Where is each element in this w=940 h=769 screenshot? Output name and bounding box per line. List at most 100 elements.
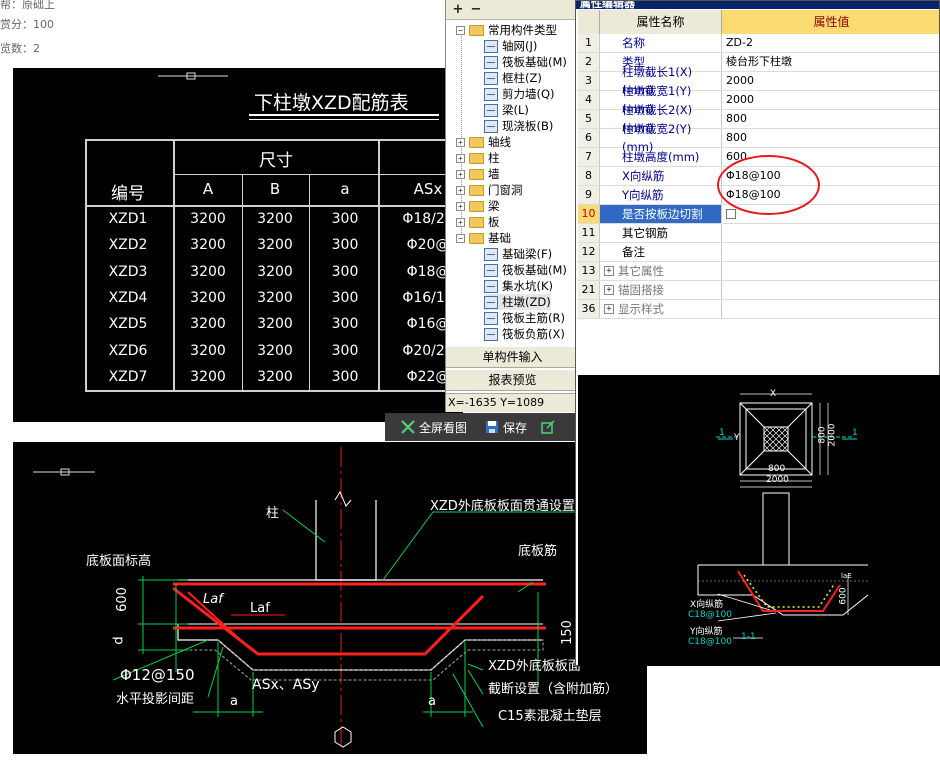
property-value[interactable]: 800 [722, 110, 939, 128]
property-value[interactable] [722, 300, 939, 318]
property-row[interactable]: 6 柱墩截宽2(Y)(mm) 800 [578, 122, 939, 154]
property-value[interactable] [722, 224, 939, 242]
cad-header-col-asx: ASx [413, 180, 443, 198]
grid-h [85, 390, 445, 392]
property-row-index: 11 [578, 224, 600, 242]
collapse-icon[interactable]: − [456, 25, 465, 35]
property-row[interactable]: 36 + 显示样式 [578, 300, 939, 319]
component-icon [484, 103, 498, 117]
tree-item-label: 筏板主筋(R) [502, 311, 565, 325]
preview-label-y-rebar: Y向纵筋 [690, 627, 723, 637]
tree-folder-item[interactable]: + 轴线 [456, 134, 511, 150]
component-icon [484, 311, 498, 325]
property-row[interactable]: 12 备注 [578, 243, 939, 262]
tree-item-label: 筏板负筋(X) [502, 327, 565, 341]
expand-icon[interactable]: + [456, 153, 465, 163]
tree-leaf-item[interactable]: 筏板基础(M) [484, 262, 567, 278]
tree-folder-item[interactable]: + 门窗洞 [456, 182, 523, 198]
tree-leaf-item[interactable]: 筏板负筋(X) [484, 326, 565, 342]
property-name-text: 其它钢筋 [622, 226, 668, 240]
section-label-base-rebar: 底板筋 [518, 544, 558, 559]
section-label-150: 150 [559, 620, 575, 645]
report-preview-button[interactable]: 报表预览 [446, 369, 579, 391]
expand-icon[interactable]: + [456, 201, 465, 211]
component-icon [484, 71, 498, 85]
tree-leaf-item[interactable]: 柱墩(ZD) [484, 294, 551, 310]
property-row[interactable]: 11 其它钢筋 [578, 224, 939, 243]
section-label-column: 柱 [266, 506, 280, 521]
preview-dim-x: X [770, 389, 777, 399]
tree-folder-item[interactable]: + 板 [456, 214, 500, 230]
cad-cell-value: 3200 [257, 237, 293, 254]
tree-folder-item[interactable]: + 梁 [456, 198, 500, 214]
tree-leaf-item[interactable]: 筏板基础(M) [484, 54, 567, 70]
tree-leaf-item[interactable]: 梁(L) [484, 102, 529, 118]
cut-by-slab-edge-checkbox[interactable] [726, 209, 736, 219]
expand-icon[interactable]: + [604, 266, 614, 276]
tree-leaf-item[interactable]: 集水坑(K) [484, 278, 553, 294]
property-row[interactable]: 1 名称 ZD-2 [578, 34, 939, 53]
tree-folder-item[interactable]: + 柱 [456, 150, 500, 166]
tree-leaf-item[interactable]: 轴网(J) [484, 38, 537, 54]
save-button[interactable]: 保存 [481, 416, 535, 438]
tree-item-label: 剪力墙(Q) [502, 87, 555, 101]
cad-cell-value: 3200 [257, 342, 293, 359]
expand-icon[interactable]: + [604, 304, 614, 314]
tree-item-label: 筏板基础(M) [502, 55, 567, 69]
tree-leaf-item[interactable]: 框柱(Z) [484, 70, 542, 86]
property-name: + 其它属性 [600, 262, 722, 280]
property-name-text: 柱墩高度(mm) [622, 150, 700, 164]
tree-leaf-item[interactable]: 剪力墙(Q) [484, 86, 555, 102]
grid-v [85, 139, 87, 392]
expand-icon[interactable]: + [456, 217, 465, 227]
property-row-index: 9 [578, 186, 600, 204]
property-row-index: 36 [578, 300, 600, 318]
cad-cell-id: XZD7 [108, 368, 148, 385]
share-button[interactable] [541, 416, 555, 438]
single-component-input-button[interactable]: 单构件输入 [446, 346, 579, 368]
property-value[interactable] [722, 262, 939, 280]
property-value[interactable]: ZD-2 [722, 34, 939, 52]
cad-cell-value: 300 [331, 211, 359, 227]
property-name: + 显示样式 [600, 300, 722, 318]
property-row[interactable]: 13 + 其它属性 [578, 262, 939, 281]
collapse-all-icon[interactable]: − [469, 2, 483, 17]
collapse-icon[interactable]: − [456, 233, 465, 243]
expand-icon[interactable]: + [456, 137, 465, 147]
cad-cell-id: XZD6 [108, 342, 148, 359]
tree-folder-item[interactable]: − 基础 [456, 230, 511, 246]
cad-cell-value: 3200 [190, 289, 226, 306]
grid-v [173, 139, 175, 392]
property-value[interactable]: 800 [722, 129, 939, 147]
component-nav-panel: + − − 常用构件类型 轴网(J) 筏板基础(M) 框柱(Z) 剪力墙(Q) 梁(L) 现浇… [445, 0, 580, 412]
tree-item-label: 柱 [488, 151, 500, 165]
cad-rebar-table-image [13, 68, 463, 422]
component-icon [484, 87, 498, 101]
tree-folder-item[interactable]: + 墙 [456, 166, 500, 182]
header-property-name: 属性名称 [600, 10, 722, 34]
cad-cell-value: 3200 [190, 368, 226, 385]
property-value[interactable]: 2000 [722, 91, 939, 109]
property-value[interactable] [722, 243, 939, 261]
property-row-index: 7 [578, 148, 600, 166]
tree-item-label: 筏板基础(M) [502, 263, 567, 277]
tree-leaf-item[interactable]: 筏板主筋(R) [484, 310, 565, 326]
expand-icon[interactable]: + [456, 185, 465, 195]
tree-item-label: 框柱(Z) [502, 71, 542, 85]
tree-folder-item[interactable]: − 常用构件类型 [456, 22, 557, 38]
expand-icon[interactable]: + [604, 285, 614, 295]
expand-icon[interactable]: + [456, 169, 465, 179]
property-value[interactable]: 棱台形下柱墩 [722, 53, 939, 71]
section-label-proj: 水平投影间距 [116, 692, 195, 707]
tree-leaf-item[interactable]: 现浇板(B) [484, 118, 553, 134]
property-value[interactable] [722, 281, 939, 299]
property-name: 名称 [600, 34, 722, 52]
section-label-laf-1: Laf [203, 592, 223, 607]
expand-all-icon[interactable]: + [451, 2, 465, 17]
cad-cell-value: 300 [331, 342, 359, 359]
property-value[interactable]: 2000 [722, 72, 939, 90]
cad-cell-id: XZD2 [108, 237, 148, 254]
fullscreen-button[interactable]: 全屏看图 [397, 416, 475, 438]
tree-leaf-item[interactable]: 基础梁(F) [484, 246, 552, 262]
property-row[interactable]: 21 + 锚固搭接 [578, 281, 939, 300]
